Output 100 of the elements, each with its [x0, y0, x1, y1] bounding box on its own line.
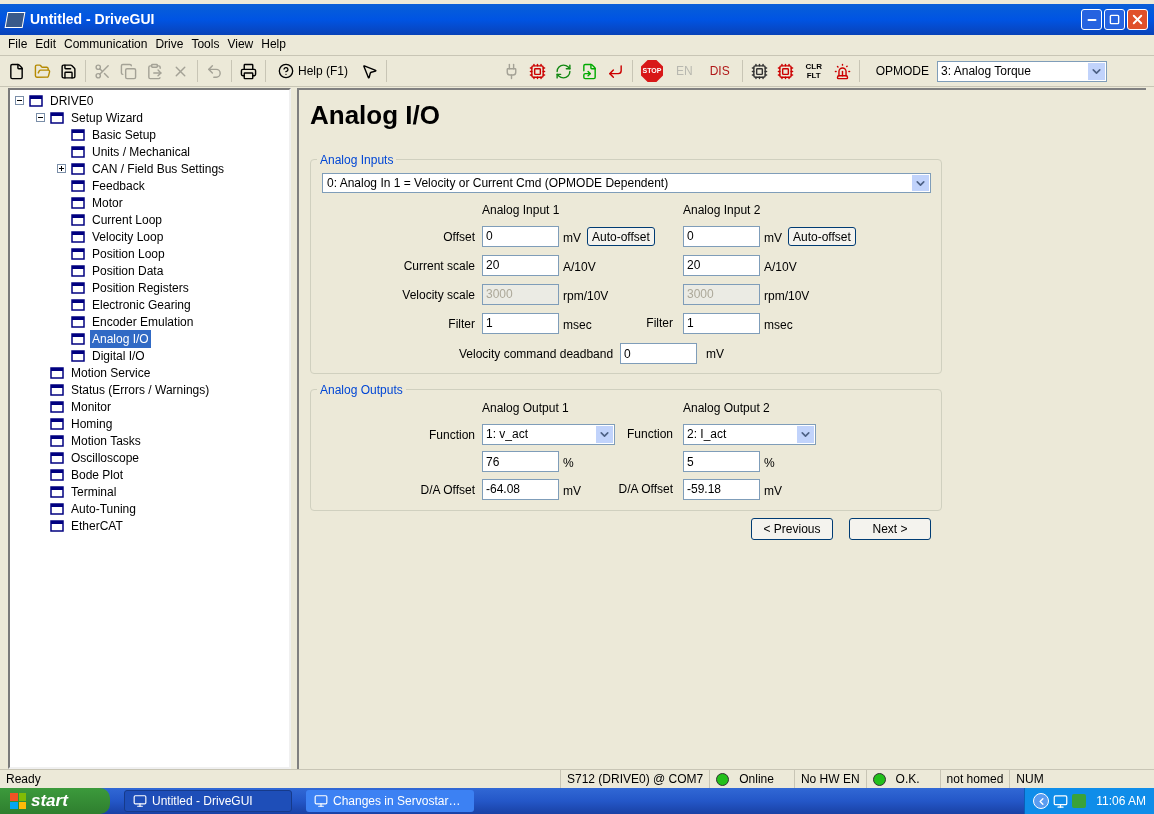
tree-item[interactable]: Terminal	[69, 482, 119, 501]
tree-item[interactable]: Electronic Gearing	[90, 295, 193, 314]
status-text: Online	[738, 771, 775, 788]
input-field[interactable]: 76	[482, 451, 559, 472]
function-dropdown[interactable]: 1: v_act	[482, 423, 615, 445]
field-label: Filter	[448, 317, 475, 331]
unit-label: %	[764, 455, 775, 472]
tree-item[interactable]: Auto-Tuning	[69, 499, 138, 518]
minimize-button[interactable]	[1081, 9, 1102, 30]
file-refresh-icon[interactable]	[581, 62, 598, 80]
menu-item[interactable]: Drive	[151, 35, 188, 53]
tree-item[interactable]: Current Loop	[90, 210, 165, 229]
tree-item[interactable]: Bode Plot	[69, 465, 126, 484]
input-field[interactable]: -59.18	[683, 478, 760, 500]
tree-item[interactable]: Analog I/O	[90, 329, 151, 348]
tree-item[interactable]: DRIVE0	[48, 91, 96, 110]
chevron-left-icon[interactable]	[1033, 793, 1050, 809]
tree-item[interactable]: Homing	[69, 414, 115, 433]
unit-label: mV	[563, 482, 581, 500]
tree-item[interactable]: Motion Service	[69, 363, 153, 382]
input-field[interactable]: 1	[482, 312, 559, 334]
tree-item[interactable]: Monitor	[69, 397, 113, 416]
tree-item[interactable]: CAN / Field Bus Settings	[90, 159, 227, 178]
windows-logo-icon	[10, 793, 26, 809]
column-heading: Analog Input 2	[683, 202, 762, 219]
input-field[interactable]: 20	[683, 254, 760, 276]
status-text: Ready	[6, 771, 41, 788]
expand-box-icon[interactable]	[56, 164, 66, 173]
input-mode-dropdown[interactable]: 0: Analog In 1 = Velocity or Current Cmd (OPMODE Dependent)	[322, 173, 931, 193]
status-text: NUM	[1016, 771, 1044, 788]
menu-item[interactable]: File	[4, 35, 32, 53]
chip-icon[interactable]	[776, 62, 794, 80]
taskbar-button[interactable]: Untitled - DriveGUI	[124, 790, 292, 812]
field-label: Offset	[443, 230, 475, 244]
unit-label: mV	[764, 229, 782, 247]
input-field[interactable]: 20	[482, 254, 559, 276]
restore-icon	[1109, 14, 1120, 25]
collapse-box-icon[interactable]	[35, 113, 45, 122]
file-icon[interactable]	[8, 62, 25, 80]
auto-offset-button[interactable]: Auto-offset	[788, 226, 856, 246]
input-field[interactable]: 0	[620, 343, 698, 364]
opmode-dropdown[interactable]: 3: Analog Torque	[937, 60, 1108, 82]
tree-item[interactable]: Position Loop	[90, 244, 167, 263]
menu-item[interactable]: Help	[257, 35, 290, 53]
taskbar-button[interactable]: Changes in Servostar…	[306, 790, 474, 812]
input-field[interactable]: 0	[482, 225, 559, 247]
close-button[interactable]	[1127, 9, 1148, 30]
tree-item[interactable]: Motion Tasks	[69, 431, 143, 450]
field-label: D/A Offset	[420, 483, 475, 497]
tree-item[interactable]: Status (Errors / Warnings)	[69, 380, 212, 399]
collapse-box-icon[interactable]	[14, 96, 24, 105]
tree-item[interactable]: Feedback	[90, 176, 147, 195]
field-label: Velocity scale	[402, 288, 475, 302]
auto-offset-button[interactable]: Auto-offset	[587, 226, 655, 246]
tree-item[interactable]: Position Data	[90, 261, 166, 280]
nav-button[interactable]: Next >	[849, 518, 931, 540]
menu-item[interactable]: Tools	[187, 35, 224, 53]
tree-item[interactable]: Setup Wizard	[69, 108, 146, 127]
nav-button[interactable]: < Previous	[751, 518, 833, 540]
refresh-icon[interactable]	[555, 62, 572, 80]
input-field[interactable]: 0	[683, 225, 760, 247]
menu-item[interactable]: View	[223, 35, 258, 53]
enter-arrow-icon[interactable]	[607, 62, 624, 80]
tree-item[interactable]: Oscilloscope	[69, 448, 142, 467]
restore-button[interactable]	[1104, 9, 1125, 30]
clear-fault-button[interactable]: CLR FLT	[802, 62, 825, 80]
field-label: Velocity command deadband	[459, 345, 614, 363]
field-label: Function	[626, 426, 673, 443]
unit-label: msec	[764, 316, 793, 334]
opmode-label: OPMODE	[875, 63, 930, 80]
menu-item[interactable]: Communication	[60, 35, 152, 53]
tree-item[interactable]: Velocity Loop	[90, 227, 166, 246]
field-label: Filter	[646, 315, 673, 332]
tree-item[interactable]: EtherCAT	[69, 516, 125, 535]
start-button[interactable]: start	[0, 788, 110, 814]
app-logo-icon	[4, 11, 26, 28]
tree-item[interactable]: Encoder Emulation	[90, 312, 196, 331]
help-button[interactable]: Help (F1)	[274, 62, 352, 80]
unit-label: %	[563, 455, 574, 472]
status-text: O.K.	[894, 771, 921, 788]
field-label: Function	[428, 428, 475, 442]
toolbar-text-button[interactable]: DIS	[705, 62, 734, 80]
status-text: No HW EN	[800, 771, 860, 788]
unit-label: A/10V	[764, 258, 797, 276]
column-heading: Analog Output 1	[482, 400, 570, 417]
tree-item[interactable]: Units / Mechanical	[90, 142, 193, 161]
menu-item[interactable]: Edit	[31, 35, 61, 53]
input-field[interactable]: 1	[683, 312, 760, 334]
input-field[interactable]: -64.08	[482, 478, 559, 500]
tree-item[interactable]: Digital I/O	[90, 346, 147, 365]
tree-item[interactable]: Motor	[90, 193, 125, 212]
printer-icon[interactable]	[240, 62, 257, 80]
function-dropdown[interactable]: 2: I_act	[683, 423, 816, 445]
tree-item[interactable]: Basic Setup	[90, 125, 159, 144]
input-field[interactable]: 5	[683, 451, 760, 472]
tree-item[interactable]: Position Registers	[90, 278, 191, 297]
folder-icon[interactable]	[34, 62, 51, 80]
lamp-icon[interactable]	[833, 62, 851, 80]
help-icon	[278, 63, 294, 79]
chip-icon[interactable]	[750, 62, 768, 80]
